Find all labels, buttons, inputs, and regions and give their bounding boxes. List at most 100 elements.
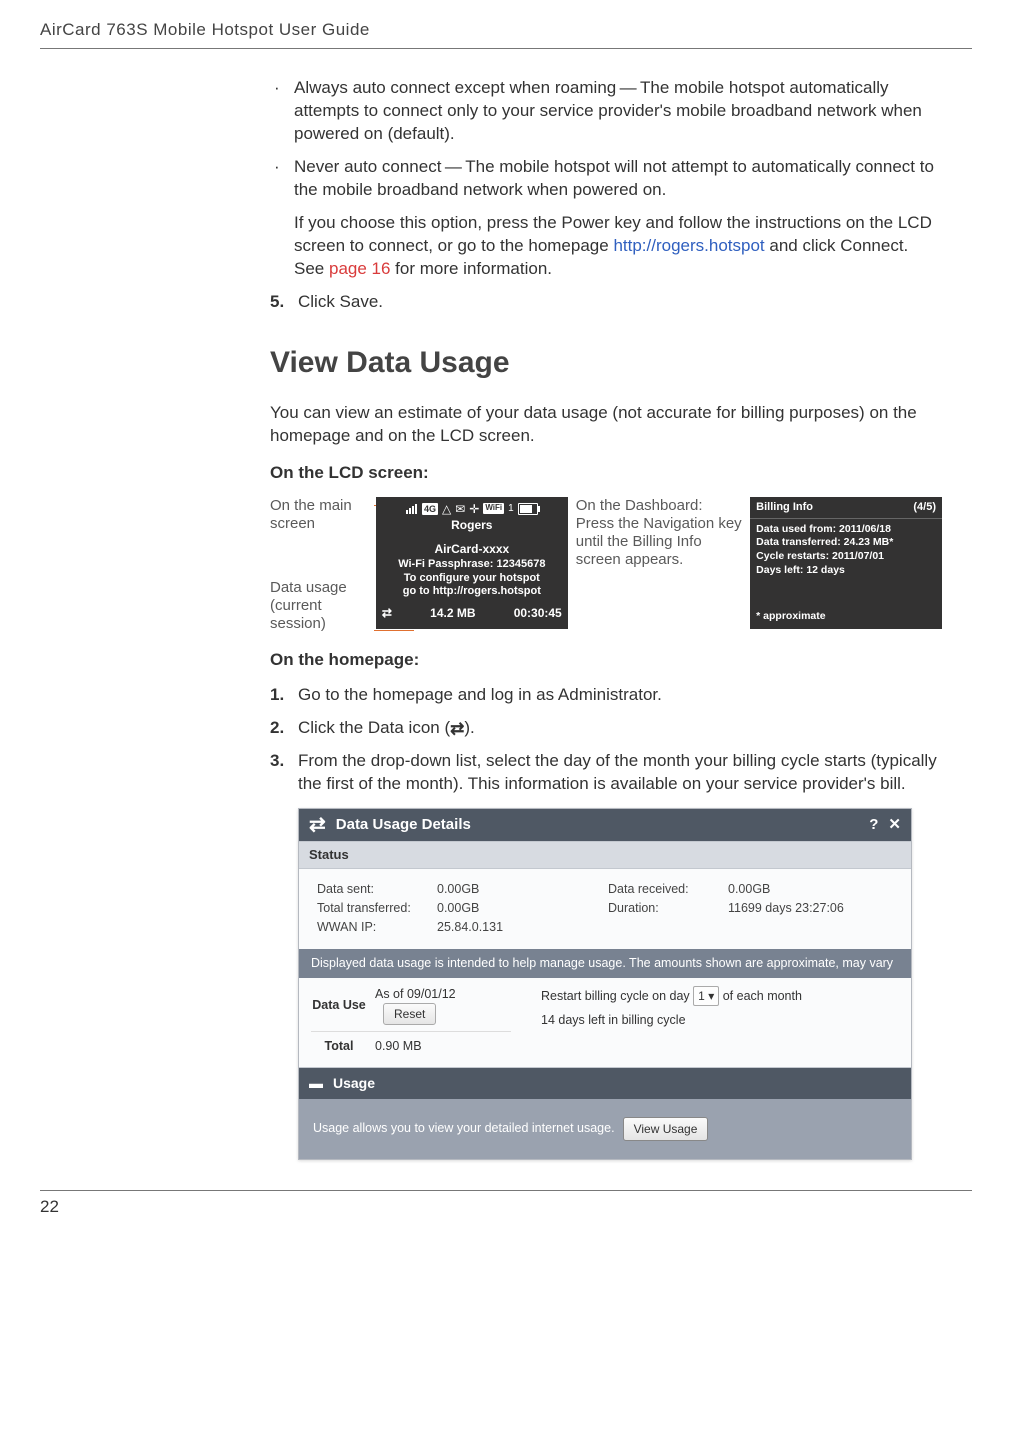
data-use-right: Restart billing cycle on day 1 ▾ of each… <box>511 986 899 1029</box>
network-4g-icon: 4G <box>422 503 438 515</box>
step-5: 5. Click Save. <box>270 291 942 314</box>
data-use-label: Data Use <box>311 997 367 1014</box>
home-step-3: 3. From the drop-down list, select the d… <box>270 750 942 796</box>
configure-hint-1: To configure your hotspot <box>376 572 568 585</box>
usage-description: Usage allows you to view your detailed i… <box>313 1120 615 1137</box>
view-usage-button[interactable]: View Usage <box>623 1117 709 1141</box>
step-text: Go to the homepage and log in as Adminis… <box>298 684 662 707</box>
usage-icon: ▬ <box>309 1074 323 1093</box>
roaming-icon: △ <box>442 501 451 517</box>
help-icon[interactable]: ? <box>869 815 878 835</box>
status-value: 0.00GB <box>437 881 479 898</box>
status-value: 25.84.0.131 <box>437 919 503 936</box>
bullet-text: Never auto connect — The mobile hotspot … <box>294 156 942 202</box>
billing-day-select[interactable]: 1 ▾ <box>693 986 719 1006</box>
lcd-left-captions: On the main screen Data usage (current s… <box>270 497 368 630</box>
status-key: Duration: <box>608 900 728 917</box>
page-ref-link[interactable]: page 16 <box>329 259 390 278</box>
message-icon: ✉ <box>455 501 465 517</box>
data-transfer-icon: ⇄ <box>309 815 326 835</box>
status-key: Data sent: <box>317 881 437 898</box>
lcd-main-screen: 4G △ ✉ ✛ WiFi 1 Rogers AirCard-xxxx Wi-F… <box>376 497 568 630</box>
caption-data-usage: Data usage (current session) <box>270 579 370 633</box>
usage-disclaimer: Displayed data usage is intended to help… <box>299 949 911 977</box>
step-text: From the drop-down list, select the day … <box>298 750 942 796</box>
status-value: 0.00GB <box>437 900 479 917</box>
never-auto-subpara: If you choose this option, press the Pow… <box>294 212 942 281</box>
section-intro: You can view an estimate of your data us… <box>270 402 942 448</box>
bullet-dot: · <box>270 77 294 146</box>
panel-title-bar: ⇄ Data Usage Details ? ✕ <box>299 809 911 841</box>
data-use-area: Data Use As of 09/01/12 Reset Total 0.90… <box>299 978 911 1068</box>
step-number: 2. <box>270 717 298 740</box>
days-left-text: 14 days left in billing cycle <box>541 1012 899 1029</box>
reset-button[interactable]: Reset <box>383 1003 436 1025</box>
chevron-down-icon: ▾ <box>708 989 714 1003</box>
home-step-1: 1. Go to the homepage and log in as Admi… <box>270 684 942 707</box>
lcd-footer: ⇄ 14.2 MB 00:30:45 <box>376 603 568 621</box>
status-value: 11699 days 23:27:06 <box>728 900 844 917</box>
billing-page-indicator: (4/5) <box>913 500 936 515</box>
billing-line: Data transferred: 24.23 MB* <box>756 536 936 550</box>
restart-text-a: Restart billing cycle on day <box>541 989 690 1003</box>
billing-line: Days left: 12 days <box>756 564 936 578</box>
close-icon[interactable]: ✕ <box>888 815 901 835</box>
billing-footnote: * approximate <box>750 579 942 629</box>
carrier-label: Rogers <box>376 517 568 533</box>
data-usage-value: 14.2 MB <box>430 605 475 621</box>
billing-line: Cycle restarts: 2011/07/01 <box>756 550 936 564</box>
battery-icon <box>518 503 538 515</box>
passphrase-label: Wi-Fi Passphrase: 12345678 <box>376 557 568 572</box>
data-transfer-icon: ⇄ <box>450 720 464 737</box>
as-of-date: As of 09/01/12 Reset <box>367 986 511 1025</box>
homepage-link[interactable]: http://rogers.hotspot <box>613 236 764 255</box>
step-text-b: ). <box>464 718 474 737</box>
lcd-dashboard-caption: On the Dashboard: Press the Navigation k… <box>576 497 742 630</box>
as-of-text: As of 09/01/12 <box>375 987 456 1001</box>
ssid-label: AirCard-xxxx <box>376 541 568 557</box>
section-title: View Data Usage <box>270 343 942 384</box>
step-number: 1. <box>270 684 298 707</box>
status-key: WWAN IP: <box>317 919 437 936</box>
wifi-icon: WiFi <box>483 503 504 514</box>
step-number: 5. <box>270 291 298 314</box>
billing-title: Billing Info <box>756 500 813 515</box>
lcd-billing-screen: Billing Info (4/5) Data used from: 2011/… <box>750 497 942 630</box>
usage-title: Usage <box>333 1074 375 1093</box>
page-number: 22 <box>40 1190 972 1217</box>
bullet-text: Always auto connect except when roaming … <box>294 77 942 146</box>
configure-hint-2: go to http://rogers.hotspot <box>376 585 568 598</box>
status-value: 0.00GB <box>728 881 770 898</box>
status-col-right: Data received:0.00GB Duration:11699 days… <box>608 881 899 938</box>
select-value: 1 <box>698 989 705 1003</box>
restart-text-b: of each month <box>723 989 802 1003</box>
wifi-client-count: 1 <box>508 502 514 516</box>
usage-section-header: ▬ Usage <box>299 1068 911 1099</box>
step-text-a: Click the Data icon ( <box>298 718 450 737</box>
data-usage-panel: ⇄ Data Usage Details ? ✕ Status Data sen… <box>298 808 912 1160</box>
home-step-2: 2. Click the Data icon (⇄). <box>270 717 942 740</box>
caption-text: Data usage (current session) <box>270 579 347 632</box>
on-homepage-heading: On the homepage: <box>270 649 942 672</box>
caption-main-screen: On the main screen <box>270 497 370 533</box>
billing-line: Data used from: 2011/06/18 <box>756 523 936 537</box>
gps-icon: ✛ <box>469 501 479 517</box>
lcd-figure: On the main screen Data usage (current s… <box>270 497 942 630</box>
usage-body: Usage allows you to view your detailed i… <box>299 1099 911 1159</box>
page-header: AirCard 763S Mobile Hotspot User Guide <box>40 20 972 49</box>
sub-text-3: for more information. <box>390 259 552 278</box>
billing-header: Billing Info (4/5) <box>750 497 942 519</box>
status-grid: Data sent:0.00GB Total transferred:0.00G… <box>299 869 911 950</box>
session-time: 00:30:45 <box>514 605 562 621</box>
status-section-label: Status <box>299 841 911 869</box>
lcd-status-bar: 4G △ ✉ ✛ WiFi 1 <box>376 497 568 519</box>
total-value: 0.90 MB <box>367 1038 511 1055</box>
total-label: Total <box>311 1038 367 1055</box>
step-text: Click Save. <box>298 291 383 314</box>
status-key: Data received: <box>608 881 728 898</box>
status-key: Total transferred: <box>317 900 437 917</box>
bullet-never-auto: · Never auto connect — The mobile hotspo… <box>270 156 942 202</box>
data-use-left: Data Use As of 09/01/12 Reset Total 0.90… <box>311 986 511 1059</box>
status-col-left: Data sent:0.00GB Total transferred:0.00G… <box>317 881 608 938</box>
signal-icon <box>406 504 417 514</box>
